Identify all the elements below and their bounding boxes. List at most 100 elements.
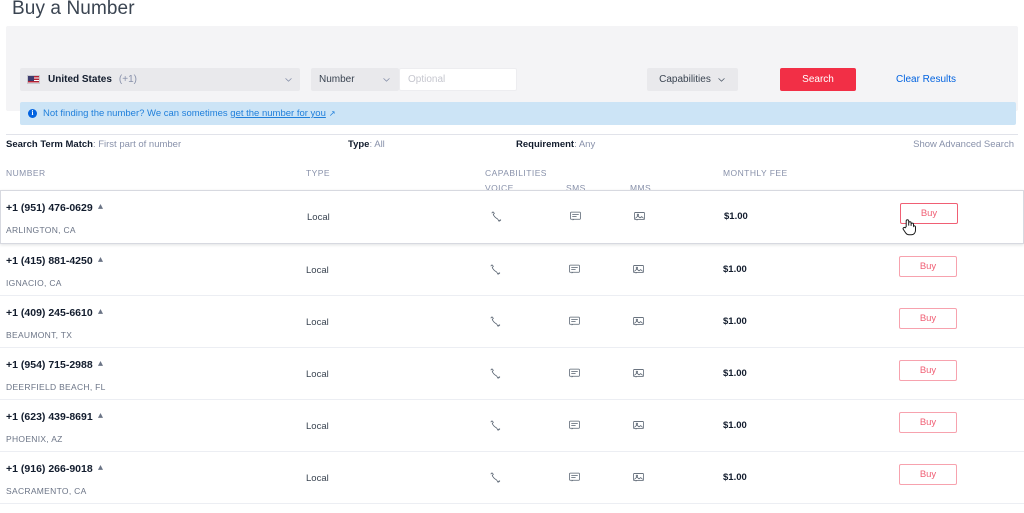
capabilities-select[interactable]: Capabilities xyxy=(647,68,738,91)
info-banner-prefix: Not finding the number? We can sometimes xyxy=(43,108,231,119)
table-body: +1 (951) 476-0629 ARLINGTON, CA Local $1.00… xyxy=(0,190,1024,504)
monthly-fee: $1.00 xyxy=(723,472,747,483)
number-cell: +1 (951) 476-0629 ARLINGTON, CA xyxy=(6,201,104,235)
capabilities-label: Capabilities xyxy=(659,74,711,85)
number-type: Local xyxy=(307,212,330,223)
country-select[interactable]: United States (+1) xyxy=(20,68,300,91)
column-header-capabilities: CAPABILITIES xyxy=(485,168,547,178)
info-banner: i Not finding the number? We can sometim… xyxy=(20,102,1016,125)
buy-cell: Buy xyxy=(899,412,957,433)
phone-handset-icon xyxy=(489,419,502,432)
number-type: Local xyxy=(306,265,329,276)
buy-cell: Buy xyxy=(900,203,958,224)
number-cell: +1 (954) 715-2988 DEERFIELD BEACH, FL xyxy=(6,358,106,392)
number-type: Local xyxy=(306,421,329,432)
get-number-link[interactable]: get the number for you xyxy=(230,108,326,119)
image-icon xyxy=(632,263,645,276)
image-icon xyxy=(632,471,645,484)
table-row[interactable]: +1 (951) 476-0629 ARLINGTON, CA Local $1.00… xyxy=(0,190,1024,244)
show-advanced-search-link[interactable]: Show Advanced Search xyxy=(913,139,1014,150)
phone-handset-icon xyxy=(489,367,502,380)
number-type-label: Number xyxy=(319,74,355,85)
number-cell: +1 (623) 439-8691 PHOENIX, AZ xyxy=(6,410,104,444)
chat-bubble-icon xyxy=(568,315,581,328)
filter-requirement: Requirement: Any xyxy=(516,139,595,150)
beta-badge-icon xyxy=(97,254,104,262)
image-icon xyxy=(632,367,645,380)
filter-match-label: Search Term Match xyxy=(6,139,93,150)
number-locality: ARLINGTON, CA xyxy=(6,225,76,235)
buy-button[interactable]: Buy xyxy=(899,360,957,381)
filter-type-label: Type xyxy=(348,139,370,150)
number-locality: IGNACIO, CA xyxy=(6,278,62,288)
chat-bubble-icon xyxy=(568,471,581,484)
buy-button[interactable]: Buy xyxy=(899,308,957,329)
filter-search-term-match: Search Term Match: First part of number xyxy=(6,139,181,150)
table-header: NUMBER TYPE CAPABILITIES VOICE SMS MMS M… xyxy=(0,160,1024,194)
monthly-fee: $1.00 xyxy=(723,368,747,379)
filter-match-value: First part of number xyxy=(98,139,182,150)
monthly-fee: $1.00 xyxy=(723,264,747,275)
monthly-fee: $1.00 xyxy=(724,211,748,222)
number-locality: SACRAMENTO, CA xyxy=(6,486,87,496)
number-cell: +1 (916) 266-9018 SACRAMENTO, CA xyxy=(6,462,104,496)
monthly-fee: $1.00 xyxy=(723,420,747,431)
beta-badge-icon xyxy=(97,306,104,314)
buy-button[interactable]: Buy xyxy=(899,412,957,433)
phone-number: +1 (951) 476-0629 xyxy=(6,201,104,214)
buy-cell: Buy xyxy=(899,360,957,381)
chat-bubble-icon xyxy=(569,210,582,223)
country-dial-code: (+1) xyxy=(118,74,137,85)
chevron-down-icon xyxy=(284,75,293,84)
chevron-down-icon xyxy=(382,75,391,84)
number-type: Local xyxy=(306,369,329,380)
phone-handset-icon xyxy=(489,263,502,276)
external-link-icon: ↗ xyxy=(328,109,336,118)
table-row[interactable]: +1 (415) 881-4250 IGNACIO, CA Local $1.00 Bu… xyxy=(0,244,1024,296)
us-flag-icon xyxy=(27,75,40,84)
image-icon xyxy=(633,210,646,223)
buy-cell: Buy xyxy=(899,464,957,485)
phone-handset-icon xyxy=(489,315,502,328)
table-row[interactable]: +1 (954) 715-2988 DEERFIELD BEACH, FL Loca… xyxy=(0,348,1024,400)
filter-summary-row: Search Term Match: First part of number … xyxy=(0,134,1024,158)
clear-results-link[interactable]: Clear Results xyxy=(896,74,956,85)
filter-divider xyxy=(6,134,1018,135)
image-icon xyxy=(632,419,645,432)
number-type: Local xyxy=(306,473,329,484)
phone-handset-icon xyxy=(489,471,502,484)
phone-number: +1 (415) 881-4250 xyxy=(6,254,104,267)
number-cell: +1 (415) 881-4250 IGNACIO, CA xyxy=(6,254,104,288)
results-table: NUMBER TYPE CAPABILITIES VOICE SMS MMS M… xyxy=(0,160,1024,504)
phone-number: +1 (623) 439-8691 xyxy=(6,410,104,423)
country-name: United States xyxy=(48,74,112,85)
number-type-select[interactable]: Number xyxy=(311,68,399,91)
chat-bubble-icon xyxy=(568,419,581,432)
chat-bubble-icon xyxy=(568,367,581,380)
buy-cell: Buy xyxy=(899,256,957,277)
buy-button[interactable]: Buy xyxy=(899,256,957,277)
number-locality: BEAUMONT, TX xyxy=(6,330,73,340)
table-row[interactable]: +1 (623) 439-8691 PHOENIX, AZ Local $1.00 Bu… xyxy=(0,400,1024,452)
info-icon: i xyxy=(28,109,37,118)
info-banner-text: Not finding the number? We can sometimes… xyxy=(43,108,336,119)
page-title: Buy a Number xyxy=(12,0,135,19)
chat-bubble-icon xyxy=(568,263,581,276)
table-row[interactable]: +1 (916) 266-9018 SACRAMENTO, CA Local $1.0… xyxy=(0,452,1024,504)
monthly-fee: $1.00 xyxy=(723,316,747,327)
buy-button[interactable]: Buy xyxy=(899,464,957,485)
phone-handset-icon xyxy=(490,210,503,223)
filter-requirement-value: Any xyxy=(578,139,596,150)
number-locality: DEERFIELD BEACH, FL xyxy=(6,382,106,392)
search-button[interactable]: Search xyxy=(780,68,856,91)
filter-type-value: All xyxy=(374,139,385,150)
buy-button[interactable]: Buy xyxy=(900,203,958,224)
number-cell: +1 (409) 245-6610 BEAUMONT, TX xyxy=(6,306,104,340)
column-header-number: NUMBER xyxy=(6,168,46,178)
buy-cell: Buy xyxy=(899,308,957,329)
search-term-input[interactable] xyxy=(399,68,517,91)
beta-badge-icon xyxy=(97,410,104,418)
image-icon xyxy=(632,315,645,328)
phone-number: +1 (916) 266-9018 xyxy=(6,462,104,475)
table-row[interactable]: +1 (409) 245-6610 BEAUMONT, TX Local $1.00 B… xyxy=(0,296,1024,348)
